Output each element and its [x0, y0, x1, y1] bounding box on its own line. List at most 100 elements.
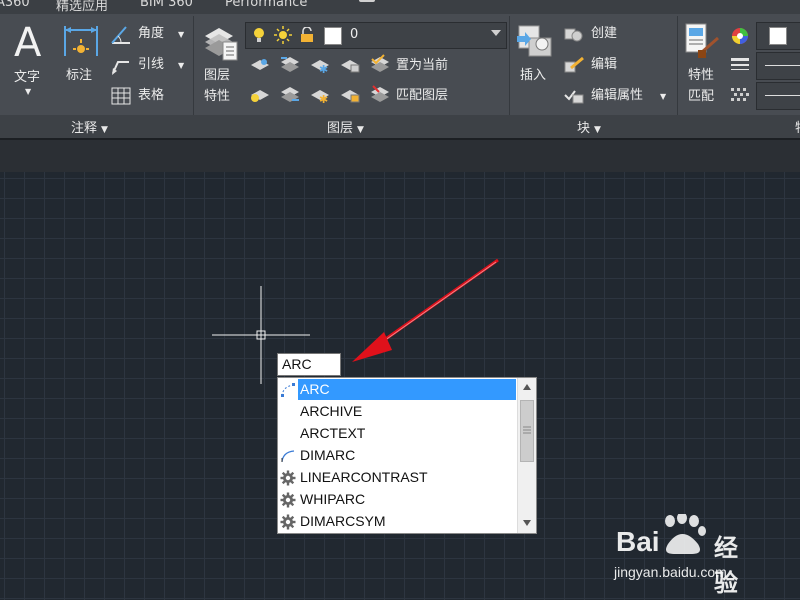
layers-title-text: 图层: [327, 121, 354, 136]
lineweight-icon[interactable]: [731, 56, 749, 78]
layer-on-icon[interactable]: [249, 86, 271, 108]
suggestion-scrollbar[interactable]: [517, 378, 536, 533]
dimension-icon[interactable]: [62, 22, 100, 64]
block-title-text: 块: [577, 121, 591, 136]
angle-label[interactable]: 角度: [138, 26, 164, 42]
watermark-brand: Bai: [616, 526, 660, 557]
text-dropdown-icon[interactable]: ▼: [25, 84, 31, 100]
layer-isolate-icon[interactable]: [279, 54, 301, 78]
suggestion-item-dimarcsym[interactable]: DIMARCSYM: [278, 511, 516, 532]
scroll-up-icon[interactable]: [522, 383, 532, 391]
svg-text:✱: ✱: [319, 63, 328, 74]
suggestion-item-linearcontrast[interactable]: LINEARCONTRAST: [278, 467, 516, 488]
tab-options-icon[interactable]: [357, 0, 377, 9]
angle-dropdown-icon[interactable]: ▼: [178, 27, 184, 43]
dimension-label[interactable]: 标注: [66, 68, 92, 84]
edit-attributes-icon[interactable]: [563, 87, 585, 109]
linetype-dropdown[interactable]: [756, 82, 800, 110]
lightbulb-icon: [252, 26, 266, 48]
lineweight-dropdown[interactable]: [756, 52, 800, 80]
set-current-label[interactable]: 置为当前: [396, 58, 448, 74]
tab-featured-apps[interactable]: 精选应用: [56, 0, 108, 14]
sun-icon: [274, 26, 292, 48]
table-icon[interactable]: [111, 87, 131, 109]
suggestion-item-archive[interactable]: ARCHIVE: [278, 401, 516, 422]
suggestion-label: LINEARCONTRAST: [300, 469, 428, 485]
edit-label[interactable]: 编辑: [591, 57, 617, 73]
edit-attributes-label[interactable]: 编辑属性: [591, 88, 643, 104]
layer-properties-label-1[interactable]: 图层: [204, 68, 230, 84]
edit-attributes-dropdown-icon[interactable]: ▼: [660, 89, 666, 105]
gear-icon: [280, 514, 296, 530]
annotation-title-text: 注释: [71, 121, 98, 136]
properties-panel-title[interactable]: 特: [795, 117, 800, 136]
chevron-down-icon: [491, 30, 501, 36]
layer-color-swatch: [324, 27, 342, 45]
chevron-down-icon: ▼: [101, 125, 108, 135]
color-wheel-icon[interactable]: [730, 26, 750, 50]
suggestion-item-arc[interactable]: ARC: [278, 379, 516, 400]
block-panel-title[interactable]: 块 ▼: [577, 117, 601, 136]
match-layer-label[interactable]: 匹配图层: [396, 88, 448, 104]
layer-freeze-icon[interactable]: ✱: [309, 56, 331, 78]
scroll-down-icon[interactable]: [522, 519, 532, 527]
leader-label[interactable]: 引线: [138, 57, 164, 73]
leader-icon[interactable]: [110, 56, 132, 80]
layers-panel-title[interactable]: 图层 ▼: [327, 117, 364, 136]
match-properties-label-1[interactable]: 特性: [688, 68, 714, 84]
insert-label[interactable]: 插入: [520, 68, 546, 84]
insert-block-icon[interactable]: [515, 22, 555, 66]
annotation-panel-title[interactable]: 注释 ▼: [71, 117, 108, 136]
layer-off-icon[interactable]: [249, 56, 271, 78]
suggestion-label: ARCTEXT: [300, 425, 366, 441]
layer-unlock-icon[interactable]: [339, 86, 361, 108]
layer-unisolate-icon[interactable]: [279, 84, 301, 108]
create-block-icon[interactable]: [563, 25, 585, 47]
watermark-url: jingyan.baidu.com: [614, 564, 727, 580]
gear-icon: [280, 492, 296, 508]
command-input[interactable]: ARC: [277, 353, 341, 376]
strip-divider: [0, 138, 800, 140]
dimarc-icon: [281, 450, 295, 463]
suggestion-item-whiparc[interactable]: WHIPARC: [278, 489, 516, 510]
suggestion-item-arctext[interactable]: ARCTEXT: [278, 423, 516, 444]
create-label[interactable]: 创建: [591, 26, 617, 42]
color-swatch: [769, 27, 787, 45]
match-properties-label-2[interactable]: 匹配: [688, 89, 714, 105]
line-preview: [765, 65, 800, 66]
edit-block-icon[interactable]: [563, 56, 585, 78]
layer-properties-label-2[interactable]: 特性: [204, 89, 230, 105]
transparency-icon[interactable]: [731, 86, 749, 108]
arc-icon: [281, 383, 295, 397]
scrollbar-thumb[interactable]: [520, 400, 534, 462]
grip-icon: [523, 426, 531, 434]
tab-bim360[interactable]: BIM 360: [140, 0, 193, 10]
match-properties-icon[interactable]: [684, 22, 724, 66]
watermark-brand-2: 经验: [714, 534, 738, 597]
layer-lock-icon[interactable]: [339, 56, 361, 78]
line-preview: [765, 95, 800, 96]
selection-highlight: [298, 379, 516, 400]
current-layer-name: 0: [350, 27, 359, 42]
angle-icon[interactable]: [110, 25, 132, 49]
layer-thaw-icon[interactable]: ✱: [309, 86, 331, 108]
layer-dropdown[interactable]: 0: [245, 22, 507, 49]
suggestion-label: ARC: [300, 381, 330, 397]
table-label[interactable]: 表格: [138, 88, 164, 104]
layer-properties-icon[interactable]: [203, 22, 239, 66]
red-arrow-annotation: [352, 258, 499, 362]
tab-performance[interactable]: Performance: [225, 0, 307, 10]
svg-text:A: A: [14, 20, 42, 60]
set-current-icon[interactable]: [369, 54, 391, 78]
leader-dropdown-icon[interactable]: ▼: [178, 58, 184, 74]
text-icon[interactable]: A: [12, 20, 48, 66]
suggestion-label: DIMARC: [300, 447, 356, 463]
command-suggestion-list[interactable]: ARC ARCHIVE ARCTEXT DIMARC LINEARCONTRAS…: [277, 377, 537, 534]
panel-title-bar: [0, 115, 800, 138]
suggestion-item-dimarc[interactable]: DIMARC: [278, 445, 516, 466]
file-tab-strip: [0, 138, 800, 172]
match-layer-icon[interactable]: [369, 84, 391, 108]
tab-a360[interactable]: A360: [0, 0, 30, 10]
gear-icon: [280, 470, 296, 486]
color-dropdown[interactable]: [756, 22, 800, 50]
